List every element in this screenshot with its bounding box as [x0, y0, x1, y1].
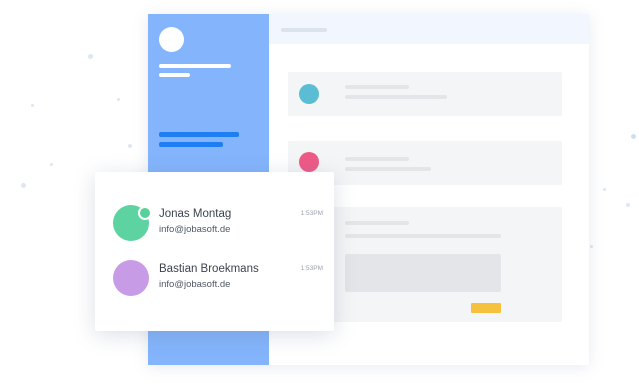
contact-name: Jonas Montag [159, 208, 232, 220]
contact-time: 1:53PM [300, 265, 323, 272]
sidebar-name-placeholder [159, 64, 231, 68]
message-preview-placeholder [345, 167, 431, 171]
contact-email: info@jobasoft.de [159, 224, 231, 235]
contact-item[interactable]: Jonas Montag info@jobasoft.de 1:53PM [113, 205, 323, 243]
sidebar-nav-item[interactable] [159, 142, 223, 147]
decor-dot [626, 203, 630, 207]
contact-email: info@jobasoft.de [159, 279, 231, 290]
message-title-placeholder [345, 85, 409, 89]
decor-dot [88, 54, 93, 59]
illustration-stage: Jonas Montag info@jobasoft.de 1:53PM Bas… [0, 0, 639, 388]
decor-dot [128, 144, 132, 148]
decor-dot [117, 98, 120, 101]
contact-list-popover: Jonas Montag info@jobasoft.de 1:53PM Bas… [95, 172, 334, 331]
user-avatar [159, 27, 184, 52]
message-title-placeholder [345, 221, 409, 225]
decor-dot [603, 188, 606, 191]
message-body-placeholder [345, 234, 501, 238]
message-attachment-placeholder [345, 254, 501, 292]
decor-dot [31, 104, 34, 107]
contact-time: 1:53PM [300, 210, 323, 217]
message-card[interactable] [288, 72, 562, 116]
message-avatar [299, 84, 319, 104]
decor-dot [21, 183, 26, 188]
message-avatar [299, 152, 319, 172]
message-title-placeholder [345, 157, 409, 161]
decor-dot [590, 245, 593, 248]
contact-avatar [113, 260, 149, 296]
contact-item[interactable]: Bastian Broekmans info@jobasoft.de 1:53P… [113, 260, 323, 298]
topbar [269, 14, 589, 44]
reply-button[interactable] [471, 303, 501, 313]
online-status-indicator [138, 206, 152, 220]
message-preview-placeholder [345, 95, 447, 99]
decor-dot [50, 163, 53, 166]
decor-dot [631, 134, 636, 139]
sidebar-nav-item-active[interactable] [159, 132, 239, 137]
topbar-title-placeholder [281, 28, 327, 32]
sidebar-subtitle-placeholder [159, 73, 190, 77]
contact-name: Bastian Broekmans [159, 263, 259, 275]
